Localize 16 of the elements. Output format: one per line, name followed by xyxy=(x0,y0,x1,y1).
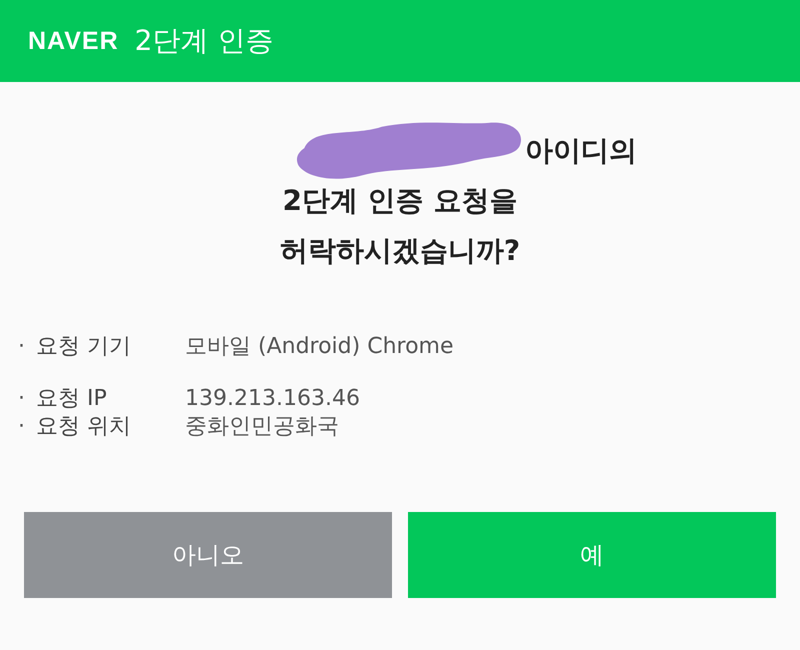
page-title: 2단계 인증 xyxy=(134,23,274,59)
question-text: 아이디의 xyxy=(525,133,637,169)
bullet-mark: · xyxy=(18,414,26,438)
bullet-mark: · xyxy=(18,386,26,410)
detail-label: 요청 위치 xyxy=(36,413,132,441)
bullet-mark: · xyxy=(18,334,26,358)
question-text: 허락하시겠습니까? xyxy=(280,233,520,269)
detail-value: 중화인민공화국 xyxy=(185,413,339,441)
question-text: 2단계 인증 요청을 xyxy=(282,183,518,219)
confirm-button[interactable]: 예 xyxy=(408,512,776,598)
detail-value: 모바일 (Android) Chrome xyxy=(185,333,454,361)
cancel-button[interactable]: 아니오 xyxy=(24,512,392,598)
detail-value: 139.213.163.46 xyxy=(185,386,360,410)
naver-logo: NAVER xyxy=(28,26,119,56)
detail-label: 요청 기기 xyxy=(36,333,132,361)
detail-label: 요청 IP xyxy=(36,385,108,413)
